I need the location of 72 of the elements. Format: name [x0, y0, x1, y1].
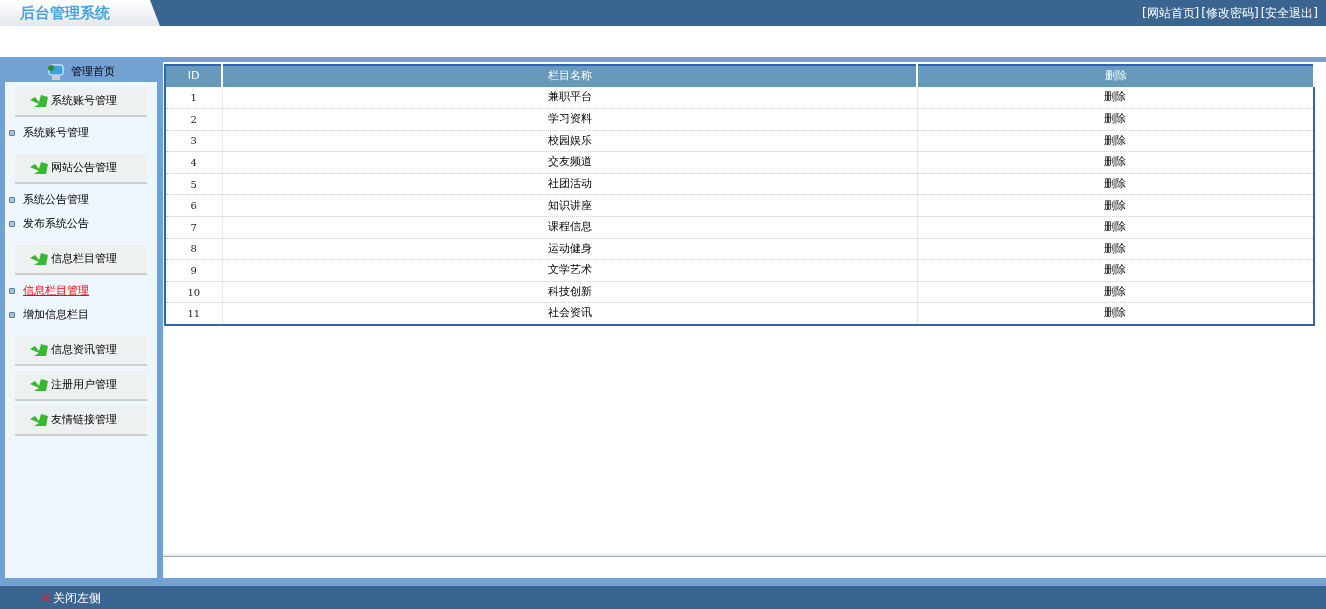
table-cell: 科技创新	[222, 281, 917, 303]
delete-link[interactable]: 删除	[917, 87, 1314, 109]
delete-link[interactable]: 删除	[917, 108, 1314, 131]
column-header: 栏目名称	[222, 65, 917, 87]
computer-icon	[47, 63, 65, 81]
header-link[interactable]: [安全退出]	[1260, 4, 1318, 22]
menu-group-title: 信息栏目管理	[51, 250, 117, 267]
delete-link[interactable]: 删除	[917, 281, 1314, 303]
table-cell: 9	[165, 259, 222, 282]
bullet-icon	[9, 288, 15, 294]
arrow-icon	[29, 413, 49, 427]
menu-group-header[interactable]: 网站公告管理	[15, 154, 147, 184]
bullet-icon	[9, 312, 15, 318]
arrow-icon	[29, 378, 49, 392]
table-cell: 校园娱乐	[222, 130, 917, 152]
menu-link[interactable]: 发布系统公告	[23, 215, 89, 233]
logo: 后台管理系统	[0, 0, 160, 26]
arrow-icon	[29, 343, 49, 357]
delete-link[interactable]: 删除	[917, 216, 1314, 239]
table-cell: 学习资料	[222, 108, 917, 131]
delete-link[interactable]: 删除	[917, 238, 1314, 260]
bullet-icon	[9, 221, 15, 227]
menu-group-title: 注册用户管理	[51, 376, 117, 393]
menu-group-title: 信息资讯管理	[51, 341, 117, 358]
menu-group-header[interactable]: 友情链接管理	[15, 406, 147, 436]
delete-link[interactable]: 删除	[917, 194, 1314, 217]
table-cell: 1	[165, 87, 222, 109]
table-cell: 6	[165, 194, 222, 217]
menu-group-header[interactable]: 信息资讯管理	[15, 336, 147, 366]
arrow-icon	[29, 252, 49, 266]
menu-group-title: 网站公告管理	[51, 159, 117, 176]
menu-group-header[interactable]: 系统账号管理	[15, 87, 147, 117]
home-link[interactable]: 管理首页	[71, 63, 115, 81]
delete-link[interactable]: 删除	[917, 173, 1314, 195]
arrow-icon	[29, 94, 49, 108]
column-header: ID	[165, 65, 222, 87]
delete-link[interactable]: 删除	[917, 151, 1314, 174]
table-cell: 知识讲座	[222, 194, 917, 217]
header-link[interactable]: [修改密码]	[1201, 4, 1259, 22]
table-cell: 4	[165, 151, 222, 174]
column-header: 删除	[917, 65, 1314, 87]
table-cell: 课程信息	[222, 216, 917, 239]
menu-group-header[interactable]: 注册用户管理	[15, 371, 147, 401]
bullet-icon	[9, 197, 15, 203]
bullet-icon	[9, 130, 15, 136]
table-cell: 社会资讯	[222, 302, 917, 325]
table-cell: 7	[165, 216, 222, 239]
menu-link[interactable]: 系统账号管理	[23, 124, 89, 142]
table-cell: 10	[165, 281, 222, 303]
menu-group-title: 系统账号管理	[51, 92, 117, 109]
header-link[interactable]: [网站首页]	[1141, 4, 1200, 22]
table-cell: 2	[165, 108, 222, 131]
close-sidebar-link[interactable]: 关闭左侧	[53, 588, 101, 607]
table-cell: 运动健身	[222, 238, 917, 260]
table-cell: 5	[165, 173, 222, 195]
delete-link[interactable]: 删除	[917, 259, 1314, 282]
delete-link[interactable]: 删除	[917, 302, 1314, 325]
table-cell: 社团活动	[222, 173, 917, 195]
table-cell: 文学艺术	[222, 259, 917, 282]
menu-link[interactable]: 增加信息栏目	[23, 306, 89, 324]
menu-group-header[interactable]: 信息栏目管理	[15, 245, 147, 275]
menu-link[interactable]: 系统公告管理	[23, 191, 89, 209]
arrow-icon	[29, 161, 49, 175]
table-cell: 兼职平台	[222, 87, 917, 109]
menu-group-title: 友情链接管理	[51, 411, 117, 428]
delete-link[interactable]: 删除	[917, 130, 1314, 152]
table-cell: 交友频道	[222, 151, 917, 174]
menu-link[interactable]: 信息栏目管理	[23, 282, 89, 300]
close-icon	[42, 593, 50, 602]
table-cell: 8	[165, 238, 222, 260]
table-cell: 11	[165, 302, 222, 325]
table-cell: 3	[165, 130, 222, 152]
